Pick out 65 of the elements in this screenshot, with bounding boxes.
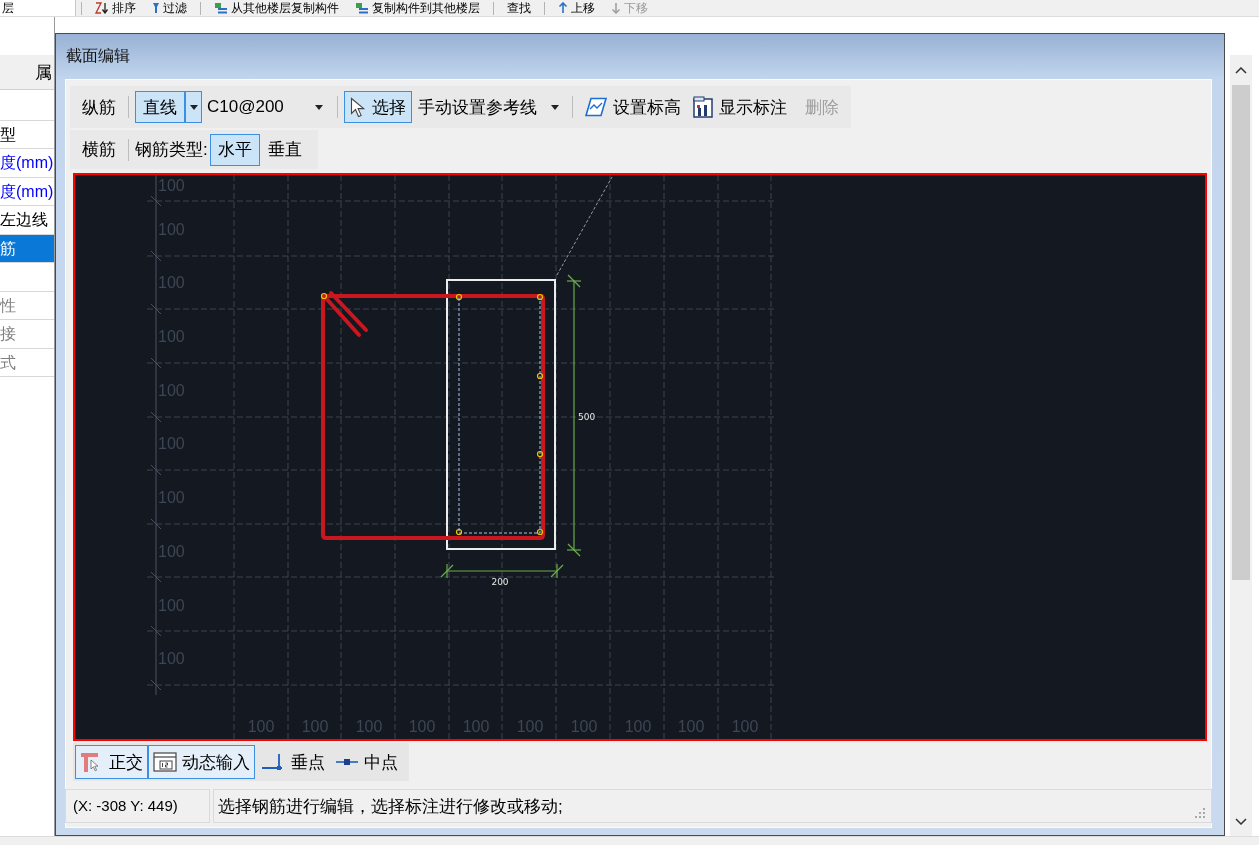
dimension-label[interactable]: 500 [578,412,596,422]
copy-icon [355,2,369,14]
spec-combobox[interactable]: C10@200 [203,92,330,122]
property-row[interactable]: 左边线 [0,206,54,235]
property-row[interactable]: 筋 [0,234,54,263]
parallelogram-icon [585,97,607,117]
chevron-down-icon [1235,817,1247,825]
toolbar-label: 纵筋 [81,96,117,119]
sort-icon [95,2,109,14]
bar-type-label: 钢筋类型: [135,139,209,161]
snap-button[interactable]: 中点 [330,745,403,779]
keypad-icon [153,752,177,772]
line-mode-button[interactable]: 直线 [135,91,185,123]
chevron-up-icon [1235,66,1247,74]
bar-type-button[interactable]: 垂直 [259,133,310,166]
caret-icon [189,104,198,110]
snap-button[interactable]: 动态输入 [148,745,255,779]
dimension-line[interactable] [440,563,564,579]
toolbar-label: 横筋 [81,139,117,161]
down-arrow-icon [611,2,621,14]
rebar-point[interactable] [455,528,463,536]
property-row[interactable]: 度(mm) [0,149,54,178]
show-dimensions-button[interactable]: 显示标注 [687,91,793,123]
filter-icon [152,2,160,14]
dimension-label[interactable]: 200 [491,577,509,587]
toolbar-button[interactable]: 排序 [87,0,144,16]
bar-type-button[interactable]: 水平 [209,133,260,166]
window-title: 截面编辑 [66,46,130,66]
snap-button[interactable]: 垂点 [255,745,330,779]
scrollbar-track[interactable] [1230,55,1252,836]
scrollbar-thumb[interactable] [1232,85,1250,580]
reference-line-dropdown[interactable]: 手动设置参考线 [412,91,565,123]
toolbar-button[interactable]: 查找 [499,0,539,16]
rebar-point[interactable] [455,293,463,301]
rebar-point[interactable] [536,372,544,380]
section-outline[interactable] [446,279,556,550]
dropdown-button[interactable] [185,91,202,123]
set-elevation-button[interactable]: 设置标高 [579,91,687,123]
rebar-point[interactable] [536,293,544,301]
status-message: 选择钢筋进行编辑，选择标注进行修改或移动; [218,795,563,818]
copy-icon [214,2,228,14]
toolbar-button[interactable]: 复制构件到其他楼层 [347,0,488,16]
rebar-point[interactable] [536,528,544,536]
toolbar-button[interactable]: 过滤 [144,0,195,16]
property-row[interactable]: 式 [0,348,54,377]
property-row[interactable]: 接 [0,320,54,349]
cursor-icon [350,96,366,118]
rebar-point[interactable] [536,450,544,458]
caret-icon [551,104,559,110]
property-row[interactable]: 度(mm) [0,177,54,206]
property-row[interactable]: 型 [0,120,54,149]
midpoint-icon [335,758,359,766]
toolbar-button[interactable]: 上移 [550,0,603,16]
floor-field[interactable]: 层 [0,0,76,16]
toolbar-button[interactable]: 从其他楼层复制构件 [206,0,347,16]
column-header: 属 [0,55,54,90]
chart-icon [693,96,713,118]
property-row[interactable]: 性 [0,291,54,320]
resize-grip-icon[interactable] [1194,807,1206,819]
rebar-point[interactable] [320,292,328,300]
caret-icon [315,104,323,110]
snap-button[interactable]: 正交 [75,745,148,779]
select-button[interactable]: 选择 [344,91,412,123]
coordinates-display: (X: -308 Y: 449) [65,789,210,823]
up-arrow-icon [558,2,568,14]
